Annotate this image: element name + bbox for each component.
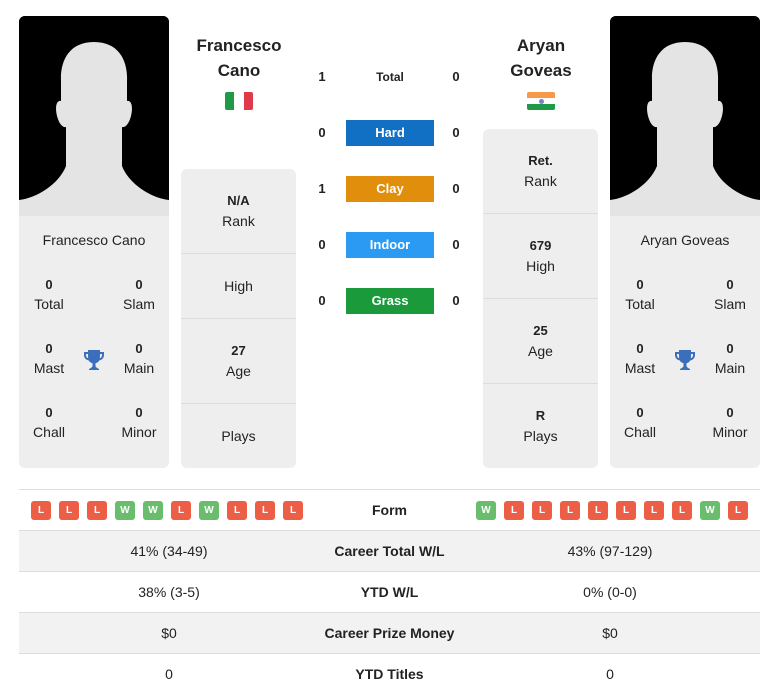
stat-plays: R Plays — [523, 408, 558, 444]
player2-photo — [610, 16, 760, 216]
titles-slam: 0 Slam — [714, 277, 746, 312]
titles-minor: 0 Minor — [121, 405, 157, 440]
titles-mast: 0 Mast — [624, 341, 656, 376]
player2-name[interactable]: Aryan Goveas — [476, 33, 606, 83]
player1-card-name: Francesco Cano — [42, 232, 146, 248]
player1-form: LLLWWLWLLL — [31, 501, 303, 520]
table-row: 38% (3-5) YTD W/L 0% (0-0) — [19, 571, 760, 612]
form-loss-badge[interactable]: L — [616, 501, 636, 520]
titles-total: 0 Total — [625, 277, 655, 312]
h2h-indoor-row: 0 Indoor 0 — [310, 232, 470, 258]
surface-indoor-badge[interactable]: Indoor — [346, 232, 434, 258]
h2h-hard-row: 0 Hard 0 — [310, 120, 470, 146]
h2h-total-row: 1 Total 0 — [310, 64, 470, 90]
titles-minor: 0 Minor — [712, 405, 748, 440]
italy-flag-icon — [225, 92, 253, 110]
stat-high: 679 High — [483, 214, 598, 299]
table-row: $0 Career Prize Money $0 — [19, 612, 760, 653]
stat-age: 25 Age — [483, 299, 598, 384]
titles-main: 0 Main — [714, 341, 746, 376]
h2h-clay-row: 1 Clay 0 — [310, 176, 470, 202]
stat-rank: N/A Rank — [181, 169, 296, 254]
stat-high: High — [181, 254, 296, 319]
player2-card: Aryan Goveas 0 Total 0 Slam 0 Mast 0 Mai… — [610, 16, 760, 468]
form-loss-badge[interactable]: L — [728, 501, 748, 520]
h2h-grass-row: 0 Grass 0 — [310, 288, 470, 314]
titles-mast: 0 Mast — [33, 341, 65, 376]
titles-total: 0 Total — [34, 277, 64, 312]
player1-photo — [19, 16, 169, 216]
form-loss-badge[interactable]: L — [59, 501, 79, 520]
form-loss-badge[interactable]: L — [644, 501, 664, 520]
form-loss-badge[interactable]: L — [171, 501, 191, 520]
form-loss-badge[interactable]: L — [672, 501, 692, 520]
form-win-badge[interactable]: W — [199, 501, 219, 520]
surface-grass-badge[interactable]: Grass — [346, 288, 434, 314]
stat-rank: Ret. Rank — [483, 129, 598, 214]
form-win-badge[interactable]: W — [700, 501, 720, 520]
form-loss-badge[interactable]: L — [31, 501, 51, 520]
form-win-badge[interactable]: W — [143, 501, 163, 520]
titles-main: 0 Main — [123, 341, 155, 376]
player2-stats: Ret. Rank 679 High 25 Age R Plays — [483, 129, 598, 468]
titles-slam: 0 Slam — [123, 277, 155, 312]
form-loss-badge[interactable]: L — [227, 501, 247, 520]
trophy-icon — [673, 348, 697, 372]
form-loss-badge[interactable]: L — [87, 501, 107, 520]
form-win-badge[interactable]: W — [115, 501, 135, 520]
player1-stats: N/A Rank High 27 Age Plays — [181, 169, 296, 468]
player1-name[interactable]: Francesco Cano — [174, 33, 304, 83]
player2-form: WLLLLLLLWL — [476, 501, 748, 520]
trophy-icon — [82, 348, 106, 372]
form-loss-badge[interactable]: L — [283, 501, 303, 520]
form-loss-badge[interactable]: L — [504, 501, 524, 520]
titles-chall: 0 Chall — [624, 405, 656, 440]
india-flag-icon — [527, 92, 555, 110]
h2h-total-label: Total — [376, 70, 404, 84]
table-row: 0 YTD Titles 0 — [19, 653, 760, 694]
form-loss-badge[interactable]: L — [588, 501, 608, 520]
stat-age: 27 Age — [181, 319, 296, 404]
table-row: 41% (34-49) Career Total W/L 43% (97-129… — [19, 530, 760, 571]
surface-hard-badge[interactable]: Hard — [346, 120, 434, 146]
silhouette-icon — [610, 16, 760, 216]
form-row: LLLWWLWLLL Form WLLLLLLLWL — [19, 489, 760, 530]
surface-clay-badge[interactable]: Clay — [346, 176, 434, 202]
silhouette-icon — [19, 16, 169, 216]
form-loss-badge[interactable]: L — [560, 501, 580, 520]
form-win-badge[interactable]: W — [476, 501, 496, 520]
comparison-table: LLLWWLWLLL Form WLLLLLLLWL 41% (34-49) C… — [19, 489, 760, 694]
player1-card: Francesco Cano 0 Total 0 Slam 0 Mast 0 M… — [19, 16, 169, 468]
titles-chall: 0 Chall — [33, 405, 65, 440]
form-loss-badge[interactable]: L — [255, 501, 275, 520]
player2-card-name: Aryan Goveas — [640, 232, 730, 248]
stat-plays: Plays — [221, 428, 256, 444]
form-loss-badge[interactable]: L — [532, 501, 552, 520]
